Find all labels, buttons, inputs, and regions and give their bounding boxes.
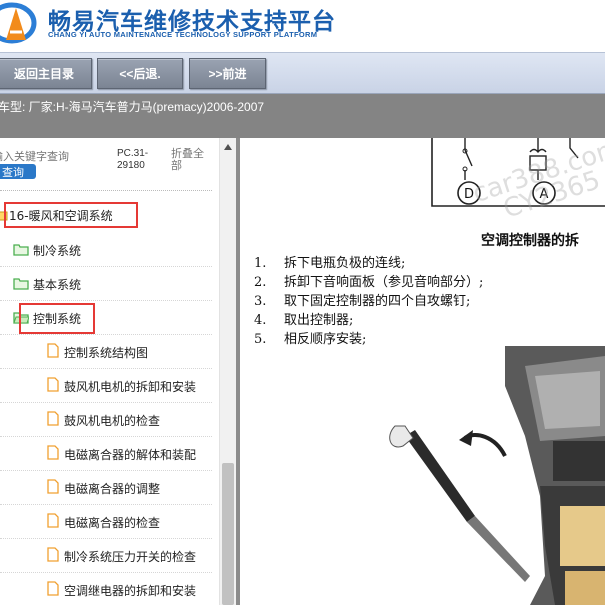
step-item: 5. 相反顺序安装;: [254, 332, 367, 347]
tree-item-label: 空调继电器的拆卸和安装: [64, 584, 197, 598]
toolbar: 返回主目录 <<后退. >>前进: [0, 52, 605, 94]
step-item: 1. 拆下电瓶负极的连线;: [254, 256, 406, 271]
tree-scrollbar[interactable]: [219, 138, 236, 605]
header: 畅易汽车维修技术支持平台 CHANG YI AUTO MAINTENANCE T…: [0, 0, 605, 52]
pc-code-text: PC.31-29180: [117, 148, 149, 171]
tree-item-document[interactable]: 空调继电器的拆卸和安装: [0, 573, 212, 605]
document-icon: [47, 343, 59, 358]
document-icon: [47, 547, 59, 562]
home-button[interactable]: 返回主目录: [0, 58, 92, 89]
divider: [0, 190, 212, 191]
scroll-thumb[interactable]: [222, 463, 234, 605]
tree-item-label: 基本系统: [33, 278, 82, 292]
vehicle-model-text: 车型: 厂家:H-海马汽车普力马(premacy)2006-2007: [0, 100, 265, 114]
tree-item-label: 电磁离合器的调整: [64, 482, 161, 496]
step-item: 2. 拆卸下音响面板（参见音响部分）;: [254, 275, 484, 290]
document-icon: [47, 581, 59, 596]
document-panel: D A car388.com CY2365 空调控制器的拆 1. 拆下电瓶负极的连…: [240, 138, 605, 605]
document-icon: [47, 411, 59, 426]
tree-item-document[interactable]: 鼓风机电机的拆卸和安装: [0, 369, 212, 403]
tree-item-label: 制冷系统: [33, 244, 82, 258]
tree-item-document[interactable]: 鼓风机电机的检查: [0, 403, 212, 437]
step-item: 4. 取出控制器;: [254, 313, 354, 328]
back-button[interactable]: <<后退.: [97, 58, 183, 89]
removal-photo: [355, 346, 605, 605]
tree-item-label: 电磁离合器的解体和装配: [64, 448, 197, 462]
search-input[interactable]: [0, 148, 82, 164]
brand-subtitle: CHANG YI AUTO MAINTENANCE TECHNOLOGY SUP…: [48, 30, 318, 39]
highlight-box: [19, 303, 95, 334]
cy-logo-icon: [0, 2, 37, 44]
tree-item-basic-system[interactable]: 基本系统: [0, 267, 212, 301]
document-icon: [47, 445, 59, 460]
tree-item-refrigeration-system[interactable]: 制冷系统: [0, 233, 212, 267]
highlight-box: [4, 202, 138, 228]
tree-item-document[interactable]: 控制系统结构图: [0, 335, 212, 369]
document-title: 空调控制器的拆: [481, 233, 579, 249]
scroll-up-arrow-icon[interactable]: [224, 144, 232, 150]
tree-item-label: 鼓风机电机的拆卸和安装: [64, 380, 197, 394]
step-item: 3. 取下固定控制器的四个自攻螺钉;: [254, 294, 471, 309]
collapse-all-link[interactable]: 折叠全部: [171, 148, 213, 172]
tree-item-document[interactable]: 电磁离合器的解体和装配: [0, 437, 212, 471]
search-button[interactable]: 查询: [0, 164, 36, 179]
folder-icon: [13, 244, 29, 256]
tree-item-label: 制冷系统压力开关的检查: [64, 550, 197, 564]
forward-button[interactable]: >>前进: [189, 58, 266, 89]
tree-item-document[interactable]: 制冷系统压力开关的检查: [0, 539, 212, 573]
document-icon: [47, 479, 59, 494]
app-root: { "brand": { "name_cn": "畅易汽车维修技术支持平台", …: [0, 0, 605, 605]
document-icon: [47, 377, 59, 392]
folder-icon: [13, 278, 29, 290]
navigation-panel: 查询 PC.31-29180 折叠全部 16-暖风和空调系统 制冷系统 基本系统…: [0, 138, 236, 605]
vehicle-model-bar: 车型: 厂家:H-海马汽车普力马(premacy)2006-2007: [0, 94, 605, 138]
tree-item-label: 控制系统结构图: [64, 346, 149, 360]
tree-item-document[interactable]: 电磁离合器的检查: [0, 505, 212, 539]
document-icon: [47, 513, 59, 528]
tree-item-document[interactable]: 电磁离合器的调整: [0, 471, 212, 505]
tree-item-label: 鼓风机电机的检查: [64, 414, 161, 428]
tree-item-label: 电磁离合器的检查: [64, 516, 161, 530]
